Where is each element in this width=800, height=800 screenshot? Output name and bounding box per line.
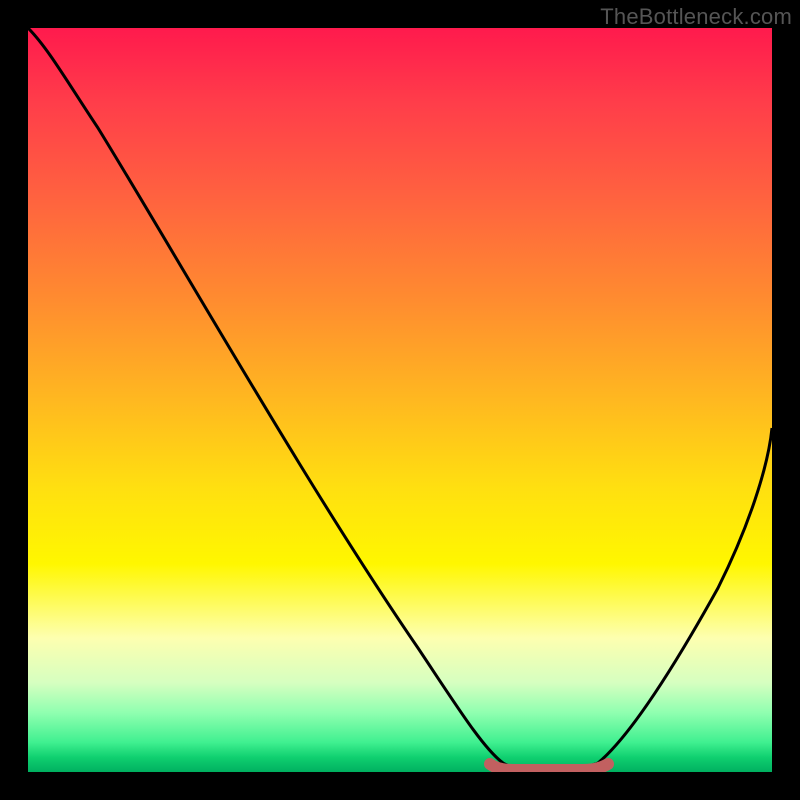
watermark-text: TheBottleneck.com	[600, 4, 792, 30]
bottleneck-curve	[28, 28, 772, 769]
chart-frame: TheBottleneck.com	[0, 0, 800, 800]
curve-layer	[28, 28, 772, 772]
optimal-band-marker	[490, 764, 608, 770]
plot-area	[28, 28, 772, 772]
